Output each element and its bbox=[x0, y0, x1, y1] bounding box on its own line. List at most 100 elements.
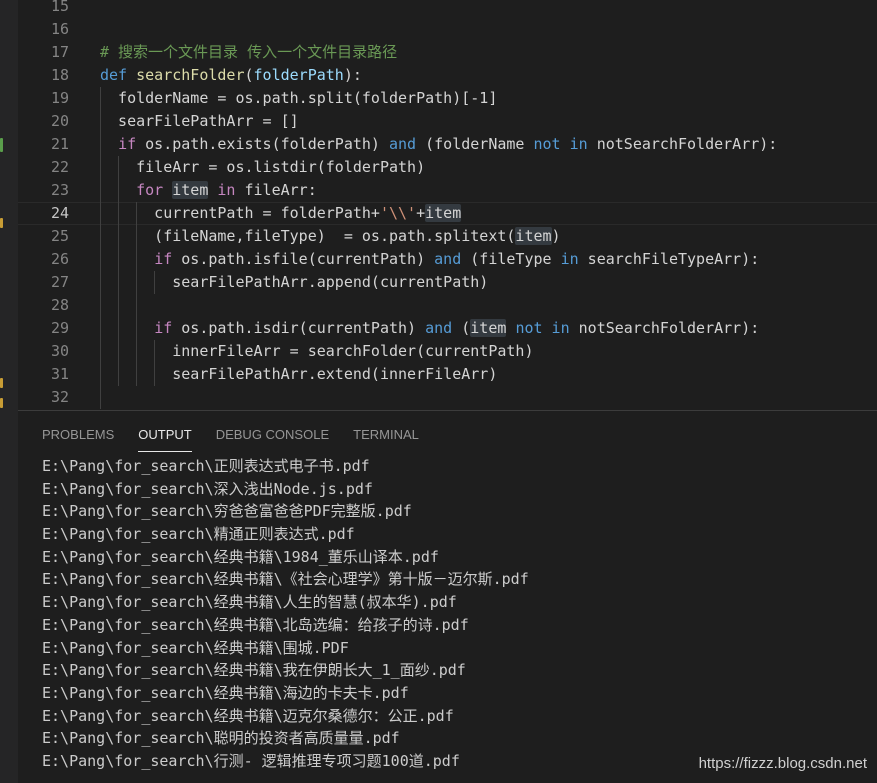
code-token: ( bbox=[452, 319, 471, 337]
line-number: 21 bbox=[50, 135, 69, 153]
code-token: searFilePathArr.extend(innerFileArr) bbox=[100, 365, 498, 383]
code-token: fileArr = os.listdir(folderPath) bbox=[100, 158, 426, 176]
strip-marker bbox=[0, 218, 3, 228]
code-line[interactable]: 24 currentPath = folderPath+'\\'+item bbox=[18, 202, 877, 225]
line-number: 15 bbox=[50, 0, 69, 15]
line-number: 22 bbox=[50, 158, 69, 176]
code-token: '\\' bbox=[379, 204, 417, 222]
code-line[interactable]: 27 searFilePathArr.append(currentPath) bbox=[18, 271, 877, 294]
code-token: if bbox=[154, 319, 173, 337]
code-line[interactable]: 32 bbox=[18, 386, 877, 409]
code-line[interactable]: 20 searFilePathArr = [] bbox=[18, 110, 877, 133]
strip-marker bbox=[0, 378, 3, 388]
code-text: if os.path.exists(folderPath) and (folde… bbox=[100, 133, 777, 156]
code-token: (fileType bbox=[461, 250, 561, 268]
code-token: searFilePathArr = [] bbox=[100, 112, 299, 130]
output-line: E:\Pang\for_search\经典书籍\迈克尔桑德尔：公正.pdf bbox=[42, 706, 454, 725]
line-number: 16 bbox=[50, 20, 69, 38]
code-token: and bbox=[425, 319, 453, 337]
code-text: def searchFolder(folderPath): bbox=[100, 64, 362, 87]
output-line: E:\Pang\for_search\穷爸爸富爸爸PDF完整版.pdf bbox=[42, 502, 412, 521]
code-token: in bbox=[560, 250, 579, 268]
line-number: 23 bbox=[50, 181, 69, 199]
code-token: + bbox=[416, 204, 426, 222]
tab-problems[interactable]: PROBLEMS bbox=[42, 424, 114, 452]
code-line[interactable]: 17 # 搜索一个文件目录 传入一个文件目录路径 bbox=[18, 41, 877, 64]
code-text: searFilePathArr.extend(innerFileArr) bbox=[100, 363, 497, 386]
code-token: in bbox=[217, 181, 236, 199]
code-token: notSearchFolderArr): bbox=[587, 135, 778, 153]
code-token: ): bbox=[343, 66, 362, 84]
code-editor[interactable]: 15 16 17 # 搜索一个文件目录 传入一个文件目录路径 18 def searchF… bbox=[18, 0, 877, 410]
strip-marker bbox=[0, 138, 3, 152]
tab-output[interactable]: OUTPUT bbox=[138, 424, 192, 452]
code-text: searFilePathArr = [] bbox=[100, 110, 299, 133]
code-text: if os.path.isfile(currentPath) and (file… bbox=[100, 248, 759, 271]
code-token: item bbox=[515, 227, 552, 245]
code-token: fileArr: bbox=[235, 181, 317, 199]
code-line[interactable]: 30 innerFileArr = searchFolder(currentPa… bbox=[18, 340, 877, 363]
code-line[interactable]: 22 fileArr = os.listdir(folderPath) bbox=[18, 156, 877, 179]
code-line[interactable]: 26 if os.path.isfile(currentPath) and (f… bbox=[18, 248, 877, 271]
code-line[interactable]: 19 folderName = os.path.split(folderPath… bbox=[18, 87, 877, 110]
code-token: searchFileTypeArr): bbox=[578, 250, 760, 268]
indent-guide bbox=[118, 156, 120, 386]
output-line: E:\Pang\for_search\经典书籍\1984_董乐山译本.pdf bbox=[42, 547, 439, 566]
code-text: fileArr = os.listdir(folderPath) bbox=[100, 156, 425, 179]
line-number: 17 bbox=[50, 43, 69, 61]
tab-debug-console[interactable]: DEBUG CONSOLE bbox=[216, 424, 329, 452]
line-number: 18 bbox=[50, 66, 69, 84]
code-token: item bbox=[425, 204, 462, 222]
code-token: searchFolder bbox=[136, 66, 245, 84]
line-number: 31 bbox=[50, 365, 69, 383]
code-line[interactable]: 25 (fileName,fileType) = os.path.splitex… bbox=[18, 225, 877, 248]
code-line[interactable]: 21 if os.path.exists(folderPath) and (fo… bbox=[18, 133, 877, 156]
code-token: os.path.isfile(currentPath) bbox=[172, 250, 435, 268]
code-token: searFilePathArr.append(currentPath) bbox=[100, 273, 489, 291]
code-line[interactable]: 28 bbox=[18, 294, 877, 317]
code-token: os.path.exists(folderPath) bbox=[136, 135, 389, 153]
line-number: 29 bbox=[50, 319, 69, 337]
output-view[interactable]: E:\Pang\for_search\正则表达式电子书.pdf E:\Pang\f… bbox=[42, 455, 872, 773]
indent-guide bbox=[100, 87, 101, 409]
code-line[interactable]: 31 searFilePathArr.extend(innerFileArr) bbox=[18, 363, 877, 386]
tab-terminal[interactable]: TERMINAL bbox=[353, 424, 419, 452]
code-token: (fileName,fileType) = os.path.splitext( bbox=[100, 227, 516, 245]
strip-marker bbox=[0, 398, 3, 408]
line-number: 20 bbox=[50, 112, 69, 130]
code-text: for item in fileArr: bbox=[100, 179, 317, 202]
code-token: ( bbox=[244, 66, 254, 84]
output-line: E:\Pang\for_search\经典书籍\《社会心理学》第十版－迈尔斯.p… bbox=[42, 570, 529, 589]
line-number: 26 bbox=[50, 250, 69, 268]
code-line[interactable]: 23 for item in fileArr: bbox=[18, 179, 877, 202]
code-token: (folderName bbox=[416, 135, 534, 153]
output-line: E:\Pang\for_search\精通正则表达式.pdf bbox=[42, 525, 355, 544]
output-line: E:\Pang\for_search\经典书籍\围城.PDF bbox=[42, 638, 349, 657]
output-line: E:\Pang\for_search\深入浅出Node.js.pdf bbox=[42, 479, 373, 498]
output-line: E:\Pang\for_search\经典书籍\我在伊朗长大_1_面纱.pdf bbox=[42, 661, 466, 680]
vscode-window: 15 16 17 # 搜索一个文件目录 传入一个文件目录路径 18 def searchF… bbox=[0, 0, 877, 783]
code-token: item bbox=[172, 181, 209, 199]
code-line[interactable]: 18 def searchFolder(folderPath): bbox=[18, 64, 877, 87]
line-number: 32 bbox=[50, 388, 69, 406]
code-text: innerFileArr = searchFolder(currentPath) bbox=[100, 340, 533, 363]
indent-guide bbox=[136, 202, 138, 386]
code-line[interactable]: 29 if os.path.isdir(currentPath) and (it… bbox=[18, 317, 877, 340]
output-line: E:\Pang\for_search\聪明的投资者高质量量.pdf bbox=[42, 729, 400, 748]
code-token: folderName = os.path.split(folderPath)[-… bbox=[100, 89, 498, 107]
line-number: 27 bbox=[50, 273, 69, 291]
code-token: not in bbox=[515, 319, 570, 337]
code-token: and bbox=[434, 250, 462, 268]
code-token: # 搜索一个文件目录 传入一个文件目录路径 bbox=[100, 43, 398, 61]
activity-strip bbox=[0, 0, 18, 783]
code-line[interactable]: 16 bbox=[18, 18, 877, 41]
bottom-panel: PROBLEMS OUTPUT DEBUG CONSOLE TERMINAL E:\P… bbox=[18, 410, 877, 783]
code-text: searFilePathArr.append(currentPath) bbox=[100, 271, 488, 294]
code-token: if bbox=[118, 135, 137, 153]
code-line[interactable]: 15 bbox=[18, 0, 877, 18]
code-token: if bbox=[154, 250, 173, 268]
code-token: os.path.isdir(currentPath) bbox=[172, 319, 426, 337]
